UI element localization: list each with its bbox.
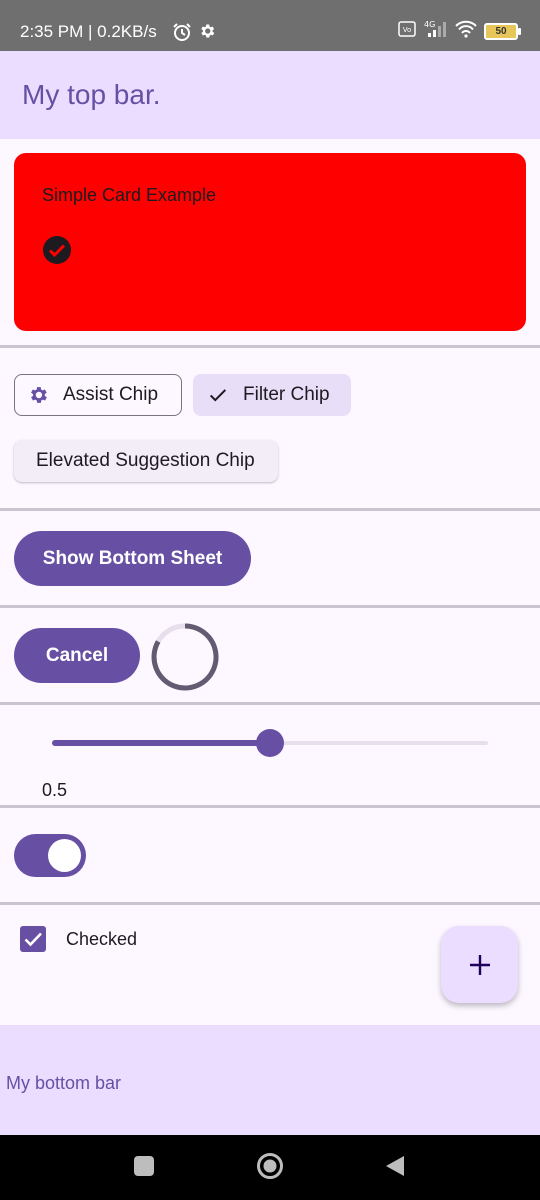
recents-button[interactable] — [133, 1155, 155, 1182]
status-time: 2:35 PM | 0.2KB/s — [20, 22, 157, 41]
elevated-chip-label: Elevated Suggestion Chip — [36, 450, 255, 471]
check-icon — [24, 932, 42, 947]
assist-chip[interactable]: Assist Chip — [14, 374, 182, 416]
home-button[interactable] — [256, 1152, 284, 1185]
status-right-icons: Vo 4G 50 — [398, 20, 521, 43]
bottom-app-bar: My bottom bar — [0, 1025, 540, 1135]
progress-indicator — [151, 623, 219, 691]
divider — [0, 508, 540, 511]
filter-chip-label: Filter Chip — [243, 384, 330, 405]
check-circle-icon — [42, 235, 72, 270]
divider — [0, 902, 540, 905]
slider-value: 0.5 — [42, 780, 68, 800]
svg-text:4G: 4G — [424, 20, 435, 29]
divider — [0, 345, 540, 348]
settings-icon — [27, 384, 49, 406]
assist-chip-label: Assist Chip — [63, 384, 159, 405]
slider-thumb[interactable] — [256, 729, 284, 757]
checkbox[interactable] — [20, 926, 46, 952]
divider — [0, 805, 540, 808]
simple-card[interactable]: Simple Card Example — [14, 153, 526, 331]
plus-icon — [469, 954, 490, 975]
page-title: My top bar. — [22, 79, 161, 110]
top-app-bar: My top bar. — [0, 51, 540, 139]
slider-active-track — [52, 740, 270, 746]
back-button[interactable] — [384, 1154, 406, 1183]
elevated-suggestion-chip[interactable]: Elevated Suggestion Chip — [14, 440, 278, 482]
wifi-icon — [454, 20, 478, 43]
switch-knob — [48, 839, 81, 872]
divider — [0, 702, 540, 705]
check-icon — [207, 384, 229, 406]
toggle-switch[interactable] — [14, 834, 86, 877]
filter-chip[interactable]: Filter Chip — [193, 374, 351, 416]
bottom-bar-text: My bottom bar — [6, 1073, 122, 1093]
system-nav-bar — [0, 1135, 540, 1200]
alarm-icon — [172, 22, 192, 47]
gear-icon — [198, 22, 216, 45]
battery-icon: 50 — [484, 23, 521, 40]
volte-icon: Vo — [398, 21, 416, 42]
show-bottom-sheet-button[interactable]: Show Bottom Sheet — [14, 531, 251, 586]
add-fab-button[interactable] — [441, 926, 518, 1003]
cancel-button[interactable]: Cancel — [14, 628, 140, 683]
checkbox-label: Checked — [66, 929, 138, 949]
signal-4g-icon: 4G — [422, 20, 448, 43]
status-bar: 2:35 PM | 0.2KB/s Vo 4G 50 — [0, 0, 540, 51]
card-text: Simple Card Example — [42, 185, 217, 205]
svg-text:Vo: Vo — [403, 26, 412, 34]
divider — [0, 605, 540, 608]
